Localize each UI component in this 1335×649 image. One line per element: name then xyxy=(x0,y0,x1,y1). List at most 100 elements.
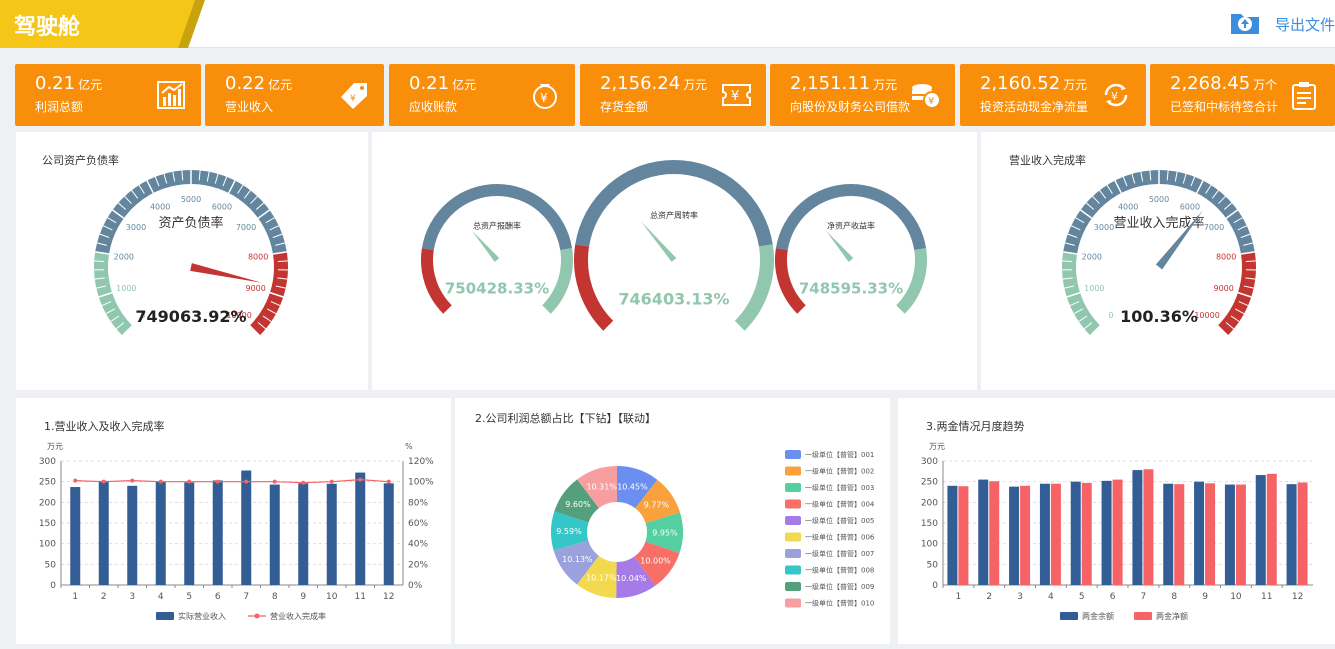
kpi-card-5[interactable]: 2,151.11 万元 向股份及财务公司借款 ¥ xyxy=(770,64,955,126)
line-point xyxy=(130,478,135,483)
kpi-card-4[interactable]: 2,156.24 万元 存货金额 ¥ xyxy=(580,64,766,126)
legend-swatch xyxy=(785,499,801,509)
kpi-unit: 万元 xyxy=(683,78,708,92)
export-label: 导出文件 xyxy=(1274,15,1335,34)
ticket-icon: ¥ xyxy=(722,84,751,106)
kpi-card-7[interactable]: 2,268.45 万个 已签和中标待签合计 xyxy=(1150,64,1335,126)
x-tick-label: 4 xyxy=(158,592,164,602)
legend-swatch xyxy=(785,450,801,459)
legend-swatch xyxy=(785,516,801,525)
bar xyxy=(1163,483,1174,585)
legend-swatch xyxy=(785,549,801,558)
gauge-tick-label: 1000 xyxy=(1084,284,1104,293)
gauge-pointer xyxy=(640,221,677,262)
kpi-value: 2,151.11 万元 xyxy=(790,73,897,94)
panel-profit-pie: 2.公司利润总额占比【下钻】【联动】 10.45% 9.77% 9.95% 10.00… xyxy=(455,398,890,644)
pie-slice-label: 10.13% xyxy=(562,555,593,564)
legend-swatch xyxy=(785,532,801,542)
export-button[interactable]: 导出文件 xyxy=(1229,0,1335,48)
panel-revenue-gauge: 营业收入完成率 0 1000 2000 3000 4000 5000 6000 7000 800… xyxy=(981,132,1335,390)
kpi-card-1[interactable]: 0.21 亿元 利润总额 xyxy=(15,64,201,126)
kpi-label: 利润总额 xyxy=(35,100,84,114)
kpi-number: 0.21 xyxy=(409,73,450,94)
bar xyxy=(1224,484,1235,585)
gauge-tick-label: 3000 xyxy=(126,223,146,232)
bar xyxy=(1194,481,1205,585)
pie-slice-label: 10.17% xyxy=(586,573,617,582)
legend-label: 一级单位【普管】002 xyxy=(805,467,874,476)
y-tick-label-right: 120% xyxy=(408,457,434,467)
x-tick-label: 1 xyxy=(72,592,78,602)
gauge-tick-label: 2000 xyxy=(114,252,134,261)
y-axis-unit: 万元 xyxy=(47,442,63,451)
bar xyxy=(1020,485,1031,585)
legend-label: 实际营业收入 xyxy=(178,611,226,621)
legend-label: 两金净额 xyxy=(1156,611,1188,621)
cycle-icon: ¥ xyxy=(1104,83,1128,107)
line-point xyxy=(215,479,220,484)
legend-label: 一级单位【普管】003 xyxy=(805,483,874,492)
legend-label: 两金余额 xyxy=(1082,611,1114,621)
y-tick-label: 150 xyxy=(39,519,56,529)
y-axis-unit-right: % xyxy=(405,442,413,451)
debt-ratio-gauge: 0100020003000400050006000700080009000100… xyxy=(94,170,288,337)
line-point xyxy=(386,479,391,484)
bar xyxy=(947,485,958,585)
x-tick-label: 5 xyxy=(186,592,192,602)
legend-label: 一级单位【普管】009 xyxy=(805,582,874,591)
kpi-label: 已签和中标待签合计 xyxy=(1170,100,1279,114)
kpi-unit: 亿元 xyxy=(78,78,103,92)
gauge-pointer xyxy=(825,230,854,262)
y-tick-label-right: 60% xyxy=(408,519,428,529)
panel-debt-gauge: 公司资产负债率 0 1000 2000 3000 4000 5000 6000 7000 800… xyxy=(16,132,368,390)
kpi-card-3[interactable]: 0.21 亿元 应收账款 ¥ xyxy=(389,64,575,126)
gauge-arc-segment xyxy=(574,244,614,331)
y-tick-label: 200 xyxy=(921,498,938,508)
pie-slice-label: 9.95% xyxy=(652,529,678,538)
svg-text:¥: ¥ xyxy=(731,89,739,104)
gauge-name: 总资产报酬率 xyxy=(473,221,521,231)
gauge-value: 748595.33% xyxy=(799,280,903,298)
x-tick-label: 11 xyxy=(355,592,366,602)
kpi-number: 2,156.24 xyxy=(600,73,681,94)
svg-text:¥: ¥ xyxy=(540,91,548,105)
bar xyxy=(958,486,969,585)
y-tick-label: 50 xyxy=(927,560,939,570)
legend-point-swatch xyxy=(254,613,260,619)
gauge-tick-label: 1000 xyxy=(116,284,136,293)
y-tick-label-right: 80% xyxy=(408,498,428,508)
legend-swatch xyxy=(785,598,801,608)
gauge-tick-label: 9000 xyxy=(245,284,265,293)
kpi-unit: 万元 xyxy=(873,78,898,92)
clipboard-icon xyxy=(1292,82,1316,110)
series-line xyxy=(75,478,389,484)
bar xyxy=(127,485,138,585)
y-tick-label-right: 100% xyxy=(408,478,434,488)
gauge-name: 总资产周转率 xyxy=(650,210,698,220)
gauge-name: 营业收入完成率 xyxy=(1113,215,1204,231)
svg-text:¥: ¥ xyxy=(928,96,934,107)
gauge-tick-label: 8000 xyxy=(248,252,268,261)
gauge-tick-label: 2000 xyxy=(1082,252,1102,261)
bar xyxy=(269,484,280,585)
line-point xyxy=(101,479,106,484)
y-tick-label: 150 xyxy=(921,519,938,529)
line-point xyxy=(272,479,277,484)
gauge-arc-segment xyxy=(1063,170,1255,255)
cloud-upload-icon xyxy=(1229,8,1261,40)
x-tick-label: 5 xyxy=(1079,592,1085,602)
profit-pie-chart: 10.45% 9.77% 9.95% 10.00% 10.04%10.17% 10.13%… xyxy=(551,450,875,608)
bar xyxy=(241,470,252,585)
gauge-pointer xyxy=(471,230,500,262)
bar xyxy=(70,487,81,585)
legend-swatch xyxy=(156,612,174,620)
gauge-arc-segment xyxy=(421,184,573,251)
legend-label: 一级单位【普管】010 xyxy=(805,599,874,608)
kpi-card-6[interactable]: 2,160.52 万元 投资活动现金净流量 ¥ xyxy=(960,64,1146,126)
bar xyxy=(1255,475,1266,585)
bar-chart-icon xyxy=(157,81,185,109)
legend-label: 一级单位【普管】001 xyxy=(805,450,874,459)
bar xyxy=(1050,483,1061,585)
kpi-number: 2,268.45 xyxy=(1170,73,1251,94)
kpi-card-2[interactable]: 0.22 亿元 营业收入 ¥ xyxy=(205,64,384,126)
